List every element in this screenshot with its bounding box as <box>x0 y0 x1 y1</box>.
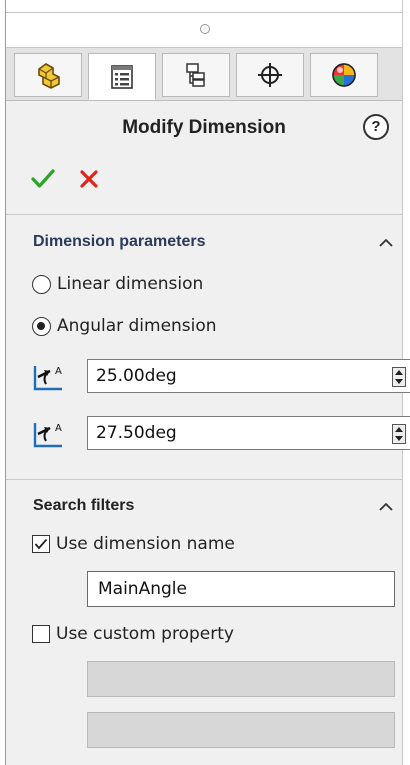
spin-down-button[interactable] <box>393 377 405 386</box>
divider <box>6 479 402 480</box>
use-custom-property-checkbox[interactable] <box>32 625 50 643</box>
collapse-search-filters-button[interactable] <box>376 497 396 517</box>
angle-value-row-2: A 27.50deg <box>32 416 410 452</box>
tab-configuration-manager[interactable] <box>162 53 230 97</box>
angular-dimension-label: Angular dimension <box>57 316 217 336</box>
use-dimension-name-option[interactable]: Use dimension name <box>32 531 235 557</box>
angle-value-text-2: 27.50deg <box>96 423 177 443</box>
search-filters-header[interactable]: Search filters <box>6 492 402 522</box>
use-dimension-name-checkbox[interactable] <box>32 535 50 553</box>
panel-header: Modify Dimension ? <box>6 102 402 152</box>
custom-property-value-field <box>87 712 395 748</box>
linear-dimension-radio[interactable] <box>32 274 51 294</box>
angle-value-text-1: 25.00deg <box>96 366 177 386</box>
angle-value-row-1: A 25.00deg <box>32 359 410 395</box>
spin-down-button[interactable] <box>393 434 405 443</box>
display-manager-icon <box>332 63 356 87</box>
checkmark-icon <box>31 169 55 188</box>
angular-dimension-option[interactable]: Angular dimension <box>32 312 217 340</box>
angular-dimension-radio[interactable] <box>32 316 51 336</box>
angle-spinner-2[interactable] <box>392 424 406 444</box>
action-buttons <box>26 162 116 198</box>
property-manager-icon <box>111 64 133 89</box>
chevron-up-icon <box>379 502 393 511</box>
ok-button[interactable] <box>26 162 60 196</box>
triangle-up-icon <box>395 427 403 432</box>
configuration-manager-icon <box>186 63 205 87</box>
svg-text:A: A <box>55 366 62 377</box>
search-filters-title: Search filters <box>33 497 135 514</box>
x-icon <box>80 170 98 188</box>
angle-dimension-icon: A <box>33 423 62 448</box>
angle-value-input-2[interactable]: 27.50deg <box>87 416 410 450</box>
svg-text:A: A <box>55 423 62 434</box>
tab-dimxpert-manager[interactable] <box>236 53 304 97</box>
panel-grip-bar[interactable] <box>6 13 402 48</box>
angle-spinner-1[interactable] <box>392 367 406 387</box>
page-title: Modify Dimension <box>122 117 286 138</box>
collapse-dimension-parameters-button[interactable] <box>376 233 396 253</box>
checkmark-icon <box>34 538 48 550</box>
spin-up-button[interactable] <box>393 425 405 434</box>
linear-dimension-option[interactable]: Linear dimension <box>32 270 203 298</box>
grip-handle-icon[interactable] <box>200 24 210 34</box>
linear-dimension-label: Linear dimension <box>57 274 204 294</box>
panel-top-strip <box>6 0 402 13</box>
tab-feature-manager[interactable] <box>14 53 82 97</box>
dimension-parameters-header[interactable]: Dimension parameters <box>6 228 402 258</box>
dimension-name-input[interactable]: MainAngle <box>87 571 395 607</box>
manager-tabs <box>6 48 402 101</box>
chevron-up-icon <box>379 238 393 247</box>
angle-value-input-1[interactable]: 25.00deg <box>87 359 410 393</box>
use-custom-property-label: Use custom property <box>56 624 234 644</box>
angle-dimension-icon: A <box>33 366 62 391</box>
help-button[interactable]: ? <box>363 114 389 140</box>
triangle-down-icon <box>395 436 403 441</box>
spin-up-button[interactable] <box>393 368 405 377</box>
tab-display-manager[interactable] <box>310 53 378 97</box>
dimension-parameters-title: Dimension parameters <box>33 233 206 250</box>
use-dimension-name-label: Use dimension name <box>56 534 235 554</box>
custom-property-name-field <box>87 661 395 697</box>
divider <box>6 214 402 215</box>
dimxpert-target-icon <box>258 63 282 87</box>
triangle-down-icon <box>395 379 403 384</box>
part-feature-icon <box>38 63 60 89</box>
cancel-button[interactable] <box>72 162 106 196</box>
use-custom-property-option[interactable]: Use custom property <box>32 621 234 647</box>
tab-property-manager[interactable] <box>88 53 156 100</box>
triangle-up-icon <box>395 370 403 375</box>
